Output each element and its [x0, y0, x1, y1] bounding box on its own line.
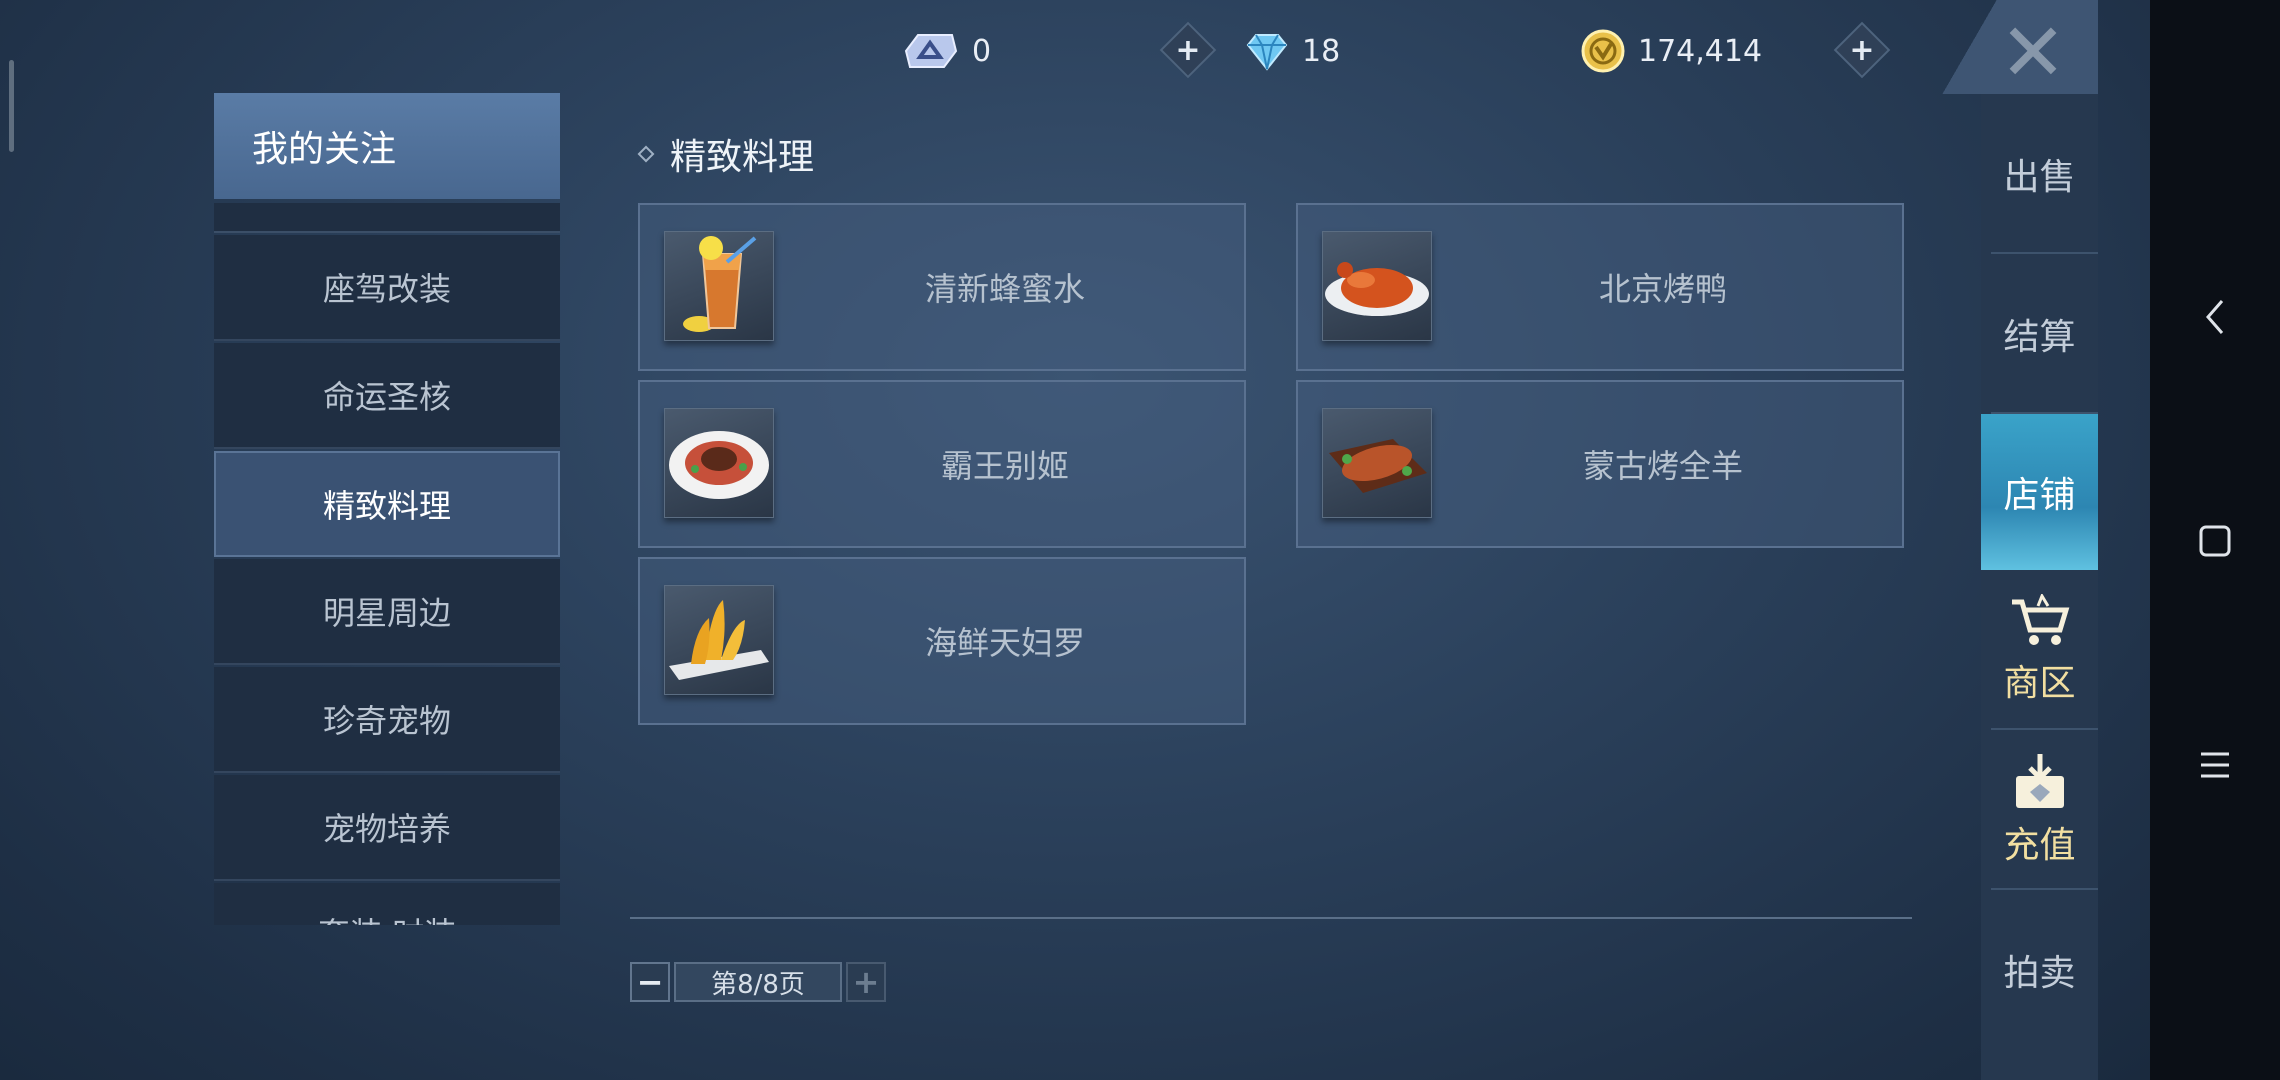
sidebar-item-vehicle-mod[interactable]: 座驾改装 [214, 235, 560, 341]
pagination: − 第8/8页 + [630, 962, 886, 1002]
tab-sell[interactable]: 出售 [1981, 94, 2098, 254]
back-icon[interactable] [2190, 292, 2240, 342]
gold-currency: 174,414 [1580, 26, 1762, 76]
ticket-currency: 0 [900, 26, 991, 76]
roast-duck-icon [1322, 231, 1432, 341]
diamond-icon [1246, 34, 1288, 71]
sidebar-item-star-merch[interactable]: 明星周边 [214, 559, 560, 665]
next-page-button[interactable]: + [846, 962, 886, 1002]
add-gold-button[interactable]: + [1833, 21, 1891, 79]
tab-auction-label: 拍卖 [2003, 953, 2076, 994]
ticket-icon [904, 34, 958, 68]
tab-shop-label: 店铺 [2003, 475, 2076, 516]
game-screen: 0 + 18 174,414 + ✕ 我的关注 座驾改装 命运圣核 精致料理 明… [0, 0, 2150, 1080]
tempura-icon [664, 585, 774, 695]
roast-lamb-icon [1322, 408, 1432, 518]
item-name: 霸王别姬 [940, 447, 1069, 485]
diamond-bullet-icon [637, 145, 655, 163]
sidebar-item-cuisine[interactable]: 精致料理 [214, 451, 560, 557]
tab-recharge-label: 充值 [2003, 825, 2076, 866]
plus-icon: + [1175, 32, 1201, 68]
category-sidebar: 我的关注 座驾改装 命运圣核 精致料理 明星周边 珍奇宠物 宠物培养 套装·时装 [214, 93, 560, 925]
cart-icon [2011, 594, 2069, 645]
item-card[interactable]: 蒙古烤全羊 [1296, 380, 1904, 548]
page-indicator: 第8/8页 [674, 962, 842, 1002]
recharge-box-icon [2015, 754, 2064, 808]
tab-market-label: 商区 [2003, 663, 2076, 704]
diamond-value: 18 [1302, 33, 1341, 69]
item-card[interactable]: 海鲜天妇罗 [638, 557, 1246, 725]
honey-water-icon [664, 231, 774, 341]
sidebar-item-pet-training[interactable]: 宠物培养 [214, 775, 560, 881]
item-card[interactable]: 霸王别姬 [638, 380, 1246, 548]
tab-market[interactable]: 商区 [1981, 570, 2098, 730]
item-name: 北京烤鸭 [1598, 270, 1727, 308]
sidebar-item-fate-core[interactable]: 命运圣核 [214, 343, 560, 449]
item-card[interactable]: 清新蜂蜜水 [638, 203, 1246, 371]
right-tab-column: 出售 结算 店铺 商区 充值 拍卖 [1981, 94, 2098, 1080]
tab-checkout-label: 结算 [2003, 317, 2076, 358]
section-title: 精致料理 [637, 128, 815, 180]
content-divider [630, 917, 1912, 919]
ticket-value: 0 [972, 33, 992, 69]
diamond-currency: 18 [1244, 26, 1340, 76]
dish-plate-icon [664, 408, 774, 518]
prev-page-button[interactable]: − [630, 962, 670, 1002]
sidebar-header-favorites[interactable]: 我的关注 [214, 93, 560, 199]
sidebar-spacer [214, 203, 560, 233]
item-name: 蒙古烤全羊 [1582, 447, 1743, 485]
tab-shop[interactable]: 店铺 [1981, 414, 2098, 570]
recents-menu-icon[interactable] [2190, 740, 2240, 790]
close-icon: ✕ [1999, 5, 2067, 99]
gold-coin-icon [1581, 29, 1625, 73]
tab-recharge[interactable]: 充值 [1981, 730, 2098, 890]
gold-value: 174,414 [1638, 33, 1763, 69]
home-icon[interactable] [2190, 516, 2240, 566]
item-name: 清新蜂蜜水 [924, 270, 1085, 308]
plus-icon: + [1849, 32, 1875, 68]
tab-checkout[interactable]: 结算 [1981, 254, 2098, 414]
sidebar-item-costume[interactable]: 套装·时装 [214, 883, 560, 925]
tab-sell-label: 出售 [2003, 157, 2076, 198]
close-button[interactable]: ✕ [1993, 6, 2073, 99]
section-title-text: 精致料理 [670, 137, 815, 178]
tab-auction[interactable]: 拍卖 [1981, 890, 2098, 1050]
item-card[interactable]: 北京烤鸭 [1296, 203, 1904, 371]
item-name: 海鲜天妇罗 [924, 624, 1085, 662]
add-ticket-button[interactable]: + [1159, 21, 1217, 79]
sidebar-item-rare-pets[interactable]: 珍奇宠物 [214, 667, 560, 773]
currency-bar: 0 + 18 174,414 + ✕ [0, 0, 2150, 99]
